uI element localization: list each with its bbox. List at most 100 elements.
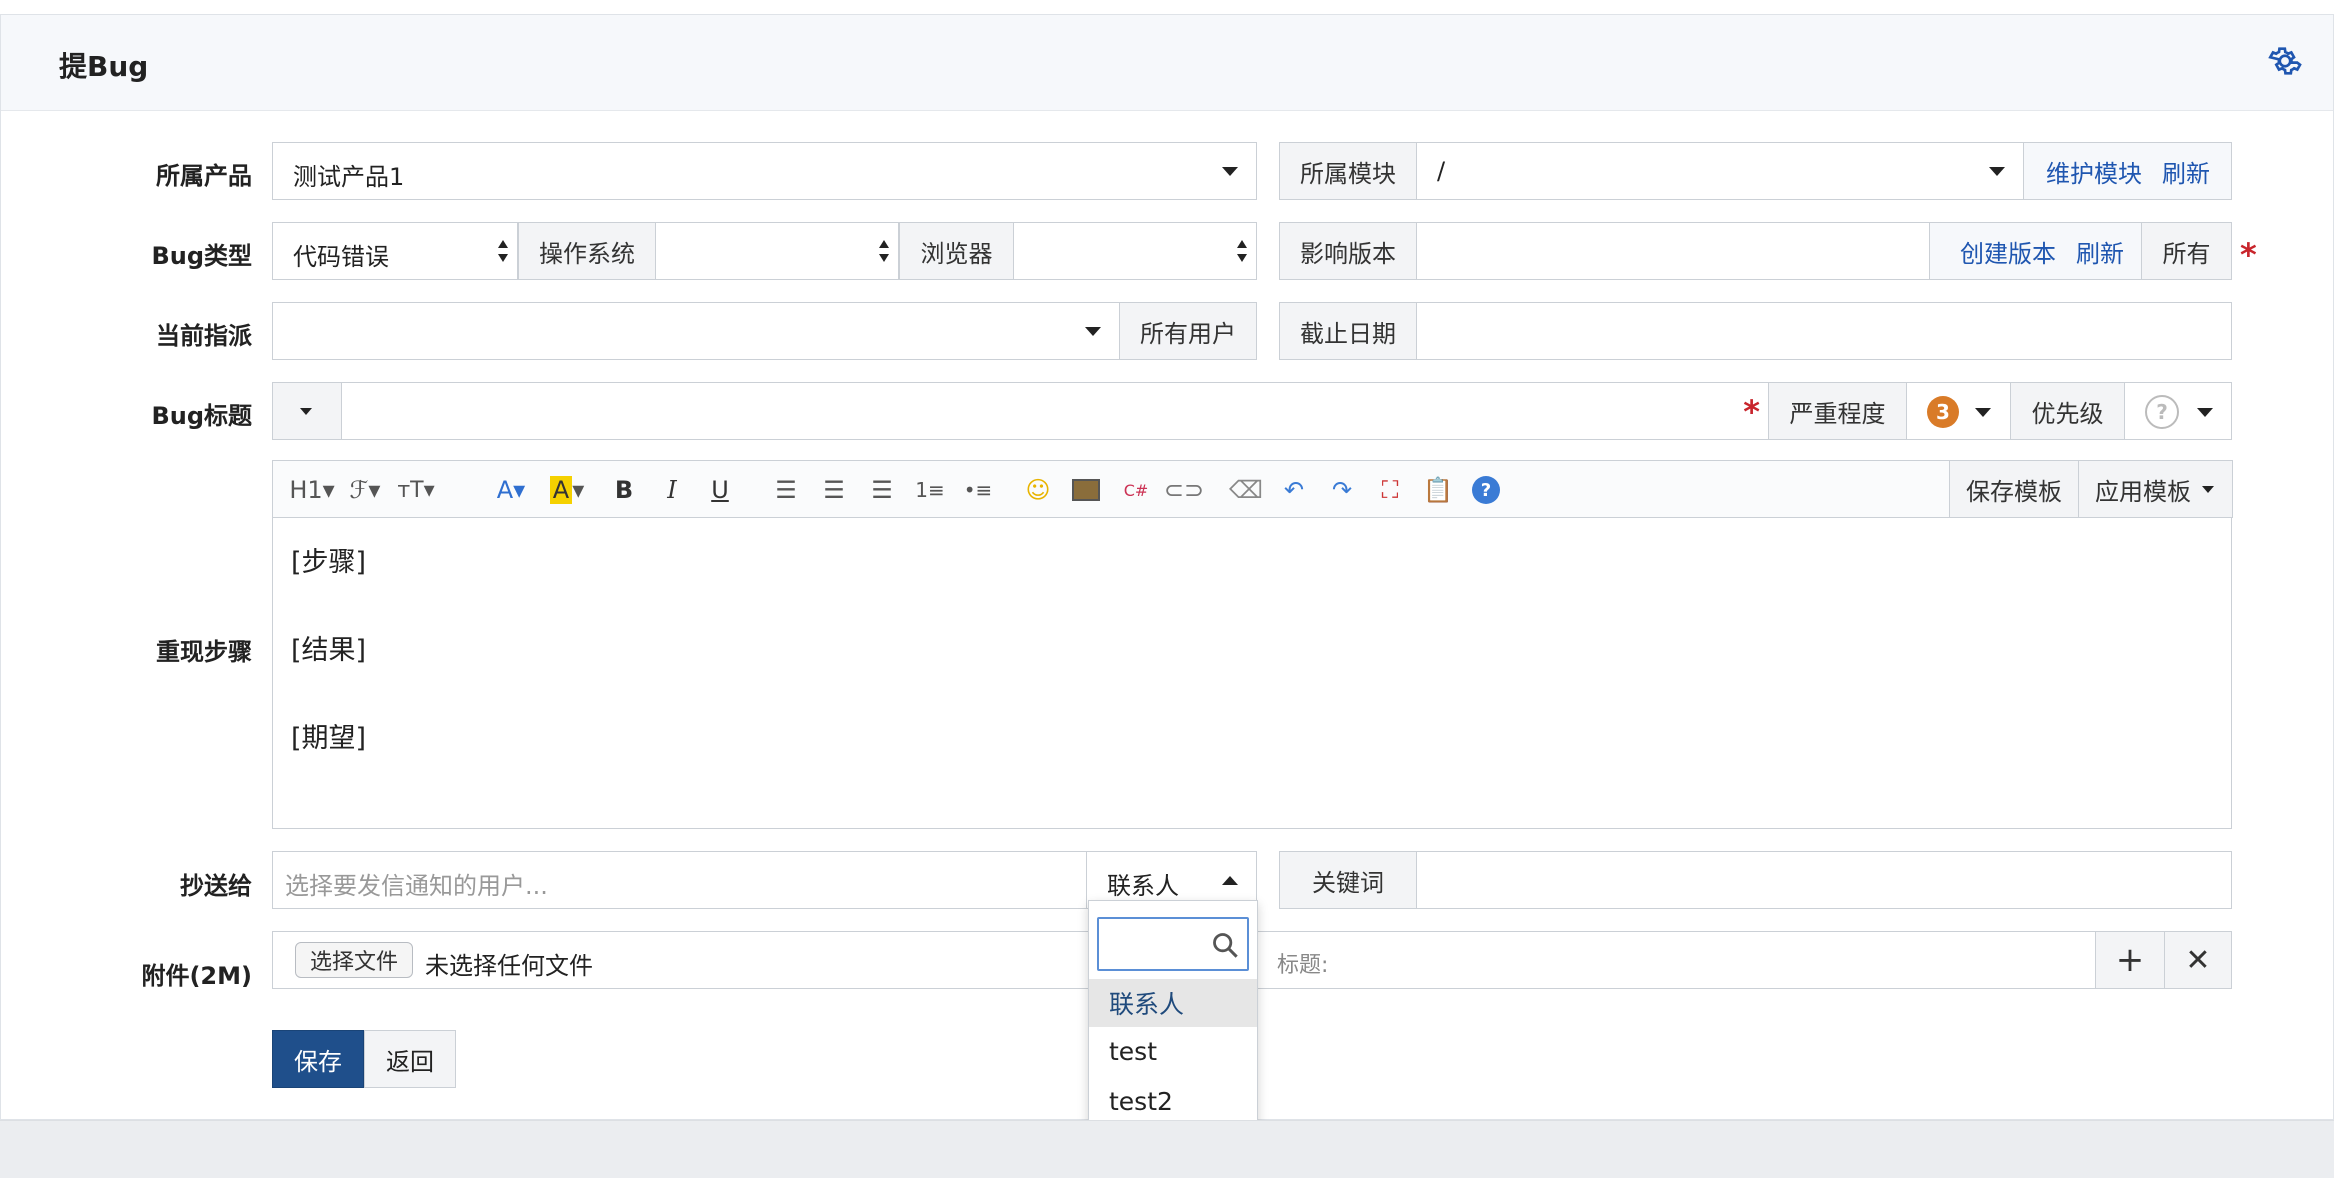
steps-editor[interactable]: [步骤] [结果] [期望] — [272, 517, 2232, 829]
browser-select[interactable] — [1013, 222, 1257, 280]
link-icon[interactable]: ⊂⊃ — [1164, 473, 1204, 507]
module-label: 所属模块 — [1279, 142, 1417, 200]
contacts-dropdown: 联系人 test test2 — [1088, 900, 1258, 1128]
title-input[interactable]: * — [341, 382, 1769, 440]
affected-version-label: 影响版本 — [1279, 222, 1417, 280]
module-select[interactable]: / — [1416, 142, 2024, 200]
refresh-version-link[interactable]: 刷新 — [2076, 234, 2124, 269]
apply-template-label: 应用模板 — [2095, 477, 2191, 506]
fullscreen-icon[interactable]: ⛶ — [1373, 473, 1407, 507]
cc-user-input[interactable]: 选择要发信通知的用户... — [272, 851, 1087, 909]
severity-select[interactable]: 3 — [1906, 382, 2011, 440]
required-marker: * — [1743, 393, 1760, 431]
refresh-module-link[interactable]: 刷新 — [2162, 154, 2210, 189]
all-versions-button[interactable]: 所有 — [2141, 222, 2232, 280]
save-template-button[interactable]: 保存模板 — [1949, 460, 2079, 518]
keywords-input[interactable] — [1416, 851, 2232, 909]
back-button[interactable]: 返回 — [364, 1030, 456, 1088]
required-marker: * — [2240, 236, 2257, 274]
paste-icon[interactable]: 📋 — [1421, 473, 1455, 507]
keywords-label: 关键词 — [1279, 851, 1417, 909]
undo-icon[interactable]: ↶ — [1277, 473, 1311, 507]
italic-icon[interactable]: I — [657, 473, 687, 507]
unordered-list-icon[interactable]: •≡ — [961, 473, 995, 507]
eraser-icon[interactable]: ⌫ — [1229, 473, 1263, 507]
dropdown-option-contacts[interactable]: 联系人 — [1089, 979, 1257, 1027]
all-users-button[interactable]: 所有用户 — [1119, 302, 1257, 360]
page-title: 提Bug — [59, 50, 149, 83]
bug-type-select[interactable]: 代码错误 — [272, 222, 518, 280]
gear-icon[interactable] — [2267, 43, 2303, 79]
result-line: [结果] — [291, 635, 367, 666]
font-family-icon[interactable]: ℱ▾ — [345, 473, 385, 507]
priority-label: 优先级 — [2010, 382, 2125, 440]
font-size-icon[interactable]: тT▾ — [393, 473, 439, 507]
product-select[interactable]: 测试产品1 — [272, 142, 1257, 200]
chevron-down-icon — [2197, 408, 2213, 417]
bug-type-label: Bug类型 — [151, 242, 252, 270]
priority-unknown-badge: ? — [2145, 395, 2179, 429]
attachment-label: 附件(2M) — [141, 962, 252, 990]
steps-label: 重现步骤 — [156, 638, 252, 666]
os-label: 操作系统 — [518, 222, 656, 280]
steps-line: [步骤] — [291, 547, 367, 578]
module-links: 维护模块 刷新 — [2023, 142, 2232, 200]
chevron-down-icon — [2202, 486, 2214, 493]
cc-placeholder: 选择要发信通知的用户... — [285, 872, 548, 900]
image-icon[interactable] — [1069, 473, 1103, 507]
underline-icon[interactable]: U — [705, 473, 735, 507]
choose-file-button[interactable]: 选择文件 — [295, 942, 414, 978]
cc-label: 抄送给 — [180, 872, 252, 900]
browser-label: 浏览器 — [899, 222, 1014, 280]
plus-icon[interactable]: + — [2095, 931, 2165, 989]
save-button[interactable]: 保存 — [272, 1030, 364, 1088]
chevron-down-icon — [1989, 167, 2005, 176]
align-left-icon[interactable]: ☰ — [769, 473, 803, 507]
chevron-down-icon — [300, 408, 312, 415]
font-color-icon[interactable]: A▾ — [491, 473, 531, 507]
create-version-link[interactable]: 创建版本 — [1960, 234, 2056, 269]
dropdown-option-test2[interactable]: test2 — [1089, 1077, 1257, 1125]
highlight-icon[interactable]: A ▾ — [545, 473, 589, 507]
file-title-label: 标题: — [1277, 953, 1329, 978]
product-label: 所属产品 — [156, 162, 252, 190]
updown-arrow-icon — [878, 239, 890, 263]
bold-icon[interactable]: B — [609, 473, 639, 507]
emoticon-icon[interactable]: ☺ — [1021, 473, 1055, 507]
affected-version-select[interactable] — [1416, 222, 1930, 280]
heading-icon[interactable]: H1▾ — [289, 473, 335, 507]
panel-header: 提Bug — [1, 15, 2333, 111]
redo-icon[interactable]: ↷ — [1325, 473, 1359, 507]
align-right-icon[interactable]: ☰ — [865, 473, 899, 507]
contacts-search-input[interactable] — [1097, 917, 1249, 971]
version-links: 创建版本 刷新 — [1929, 222, 2142, 280]
page-footer-band — [0, 1120, 2334, 1178]
assignee-label: 当前指派 — [156, 322, 252, 350]
expect-line: [期望] — [291, 723, 367, 754]
deadline-input[interactable] — [1416, 302, 2232, 360]
chevron-down-icon — [1975, 408, 1991, 417]
title-color-dropdown[interactable] — [272, 382, 342, 440]
help-icon[interactable]: ? — [1469, 473, 1503, 507]
module-value: / — [1437, 157, 1446, 185]
assignee-select[interactable] — [272, 302, 1120, 360]
severity-badge: 3 — [1927, 396, 1959, 428]
no-file-text: 未选择任何文件 — [425, 952, 593, 980]
bug-type-value: 代码错误 — [293, 243, 389, 271]
title-label: Bug标题 — [151, 402, 252, 430]
severity-label: 严重程度 — [1768, 382, 1907, 440]
deadline-label: 截止日期 — [1279, 302, 1417, 360]
align-center-icon[interactable]: ☰ — [817, 473, 851, 507]
editor-toolbar: H1▾ ℱ▾ тT▾ A▾ A ▾ B I U ☰ ☰ ☰ 1≡ •≡ ☺ C# … — [272, 460, 2233, 518]
priority-select[interactable]: ? — [2124, 382, 2232, 440]
dropdown-option-test[interactable]: test — [1089, 1027, 1257, 1075]
search-icon — [1213, 933, 1238, 958]
close-icon[interactable]: ✕ — [2164, 931, 2232, 989]
os-select[interactable] — [655, 222, 899, 280]
code-icon[interactable]: C# — [1119, 473, 1153, 507]
updown-arrow-icon — [497, 239, 509, 263]
apply-template-button[interactable]: 应用模板 — [2078, 460, 2233, 518]
chevron-down-icon — [1085, 327, 1101, 336]
ordered-list-icon[interactable]: 1≡ — [913, 473, 947, 507]
maintain-module-link[interactable]: 维护模块 — [2046, 154, 2142, 189]
